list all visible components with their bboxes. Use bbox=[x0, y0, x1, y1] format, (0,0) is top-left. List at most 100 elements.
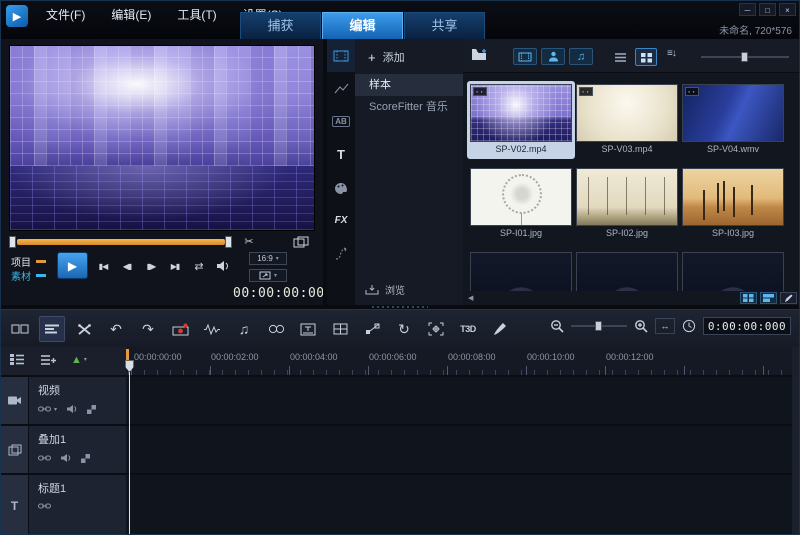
compact-view-button[interactable] bbox=[760, 292, 777, 304]
undo-button[interactable]: ↶ bbox=[103, 316, 129, 342]
filter-audio-button[interactable]: ♫ bbox=[569, 48, 593, 65]
go-end-button[interactable]: ▶▮ bbox=[163, 254, 187, 278]
library-item[interactable] bbox=[470, 252, 572, 291]
volume-button[interactable] bbox=[211, 254, 235, 278]
zoom-out-button[interactable] bbox=[550, 319, 564, 333]
media-library-tab[interactable] bbox=[327, 39, 355, 72]
zoom-slider[interactable] bbox=[571, 320, 627, 332]
title-track-lane[interactable] bbox=[126, 475, 792, 535]
add-category-button[interactable]: + 添加 bbox=[355, 39, 463, 74]
library-item[interactable]: ▪ ▪ SP-V02.mp4 bbox=[470, 84, 572, 156]
preview-size-select[interactable]: ▾ bbox=[249, 269, 287, 282]
tab-capture[interactable]: 捕获 bbox=[240, 12, 321, 39]
timeline-ruler[interactable]: 00:00:00:00 00:00:02:00 00:00:04:00 00:0… bbox=[126, 347, 792, 375]
overlay-track-type-button[interactable] bbox=[1, 426, 29, 473]
import-media-button[interactable] bbox=[471, 48, 488, 61]
library-item[interactable]: SP-I01.jpg bbox=[470, 168, 572, 240]
transition-tab[interactable]: AB bbox=[327, 105, 355, 138]
sort-button[interactable]: ≡↓ bbox=[667, 48, 676, 59]
slider-handle[interactable] bbox=[595, 321, 602, 331]
repeat-button[interactable]: ⇄ bbox=[187, 254, 211, 278]
library-item[interactable]: ▪ ▪ SP-V04.wmv bbox=[682, 84, 784, 156]
ripple-link-button[interactable] bbox=[38, 454, 51, 462]
list-view-button[interactable] bbox=[609, 48, 631, 66]
graphic-tab[interactable] bbox=[327, 171, 355, 204]
filter-video-button[interactable] bbox=[513, 48, 537, 65]
split-screen-template-button[interactable] bbox=[327, 316, 353, 342]
fit-project-button[interactable]: ↔ bbox=[655, 318, 675, 334]
maximize-button[interactable]: □ bbox=[759, 3, 776, 16]
aspect-ratio-select[interactable]: 16:9 ▾ bbox=[249, 252, 287, 265]
title-track-type-button[interactable]: T bbox=[1, 475, 29, 535]
project-mode[interactable]: 项目 bbox=[11, 254, 46, 268]
chapter-marker-button[interactable]: ▲ ▾ bbox=[71, 354, 87, 366]
enlarge-preview-button[interactable] bbox=[293, 236, 309, 248]
speed-lens-button[interactable] bbox=[263, 316, 289, 342]
instant-project-tab[interactable] bbox=[327, 72, 355, 105]
category-scorefitter[interactable]: ScoreFitter 音乐 bbox=[355, 96, 463, 118]
title-tab[interactable]: T bbox=[327, 138, 355, 171]
motion-path-tab[interactable] bbox=[327, 237, 355, 270]
video-track-type-button[interactable] bbox=[1, 377, 29, 424]
library-item[interactable] bbox=[682, 252, 784, 291]
timeline-view-button[interactable] bbox=[39, 316, 65, 342]
video-track-lane[interactable] bbox=[126, 377, 792, 424]
redo-button[interactable]: ↷ bbox=[135, 316, 161, 342]
minimize-button[interactable]: ─ bbox=[739, 3, 756, 16]
track-mute-button[interactable] bbox=[60, 453, 72, 463]
thumbnail-view-button[interactable] bbox=[635, 48, 657, 66]
slider-handle[interactable] bbox=[741, 52, 748, 62]
timeline-scrollbar[interactable] bbox=[792, 375, 799, 535]
category-samples[interactable]: 样本 bbox=[355, 74, 463, 96]
toolbox-button[interactable] bbox=[71, 316, 97, 342]
chevron-down-icon[interactable]: ▾ bbox=[54, 406, 57, 413]
library-item[interactable] bbox=[576, 252, 678, 291]
thumbnail-size-slider[interactable] bbox=[701, 52, 789, 62]
subtitle-editor-button[interactable] bbox=[295, 316, 321, 342]
track-mute-button[interactable] bbox=[66, 404, 78, 414]
ripple-link-button[interactable] bbox=[38, 405, 51, 413]
record-capture-button[interactable] bbox=[167, 316, 193, 342]
title-3d-button[interactable]: T3D bbox=[455, 316, 481, 342]
menu-edit[interactable]: 编辑(E) bbox=[98, 3, 164, 26]
mask-creator-button[interactable] bbox=[487, 316, 513, 342]
split-clip-button[interactable]: ✂ bbox=[239, 235, 259, 249]
track-transparency-button[interactable] bbox=[359, 316, 385, 342]
edit-library-button[interactable] bbox=[780, 292, 797, 304]
track-fx-button[interactable] bbox=[87, 405, 96, 414]
trim-end-handle[interactable] bbox=[225, 236, 232, 248]
toolbar-timecode[interactable]: 0:00:00:000 bbox=[703, 317, 791, 335]
tab-share[interactable]: 共享 bbox=[404, 12, 485, 39]
close-button[interactable]: × bbox=[779, 3, 796, 16]
menu-file[interactable]: 文件(F) bbox=[33, 3, 98, 26]
track-fx-button[interactable] bbox=[81, 454, 90, 463]
storyboard-view-button[interactable] bbox=[7, 316, 33, 342]
library-item[interactable]: SP-I02.jpg bbox=[576, 168, 678, 240]
prev-frame-button[interactable]: ◀▮ bbox=[115, 254, 139, 278]
ruler-time-button[interactable] bbox=[682, 319, 696, 333]
tab-edit[interactable]: 编辑 bbox=[322, 12, 403, 39]
ripple-link-button[interactable] bbox=[38, 502, 51, 510]
filter-tab[interactable]: FX bbox=[327, 204, 355, 237]
menu-tools[interactable]: 工具(T) bbox=[164, 3, 229, 26]
library-item[interactable]: SP-I03.jpg bbox=[682, 168, 784, 240]
zoom-in-button[interactable] bbox=[634, 319, 648, 333]
trim-start-handle[interactable] bbox=[9, 236, 16, 248]
range-start-marker[interactable] bbox=[126, 349, 129, 360]
track-manager-button[interactable] bbox=[9, 353, 25, 366]
auto-music-button[interactable]: ♫ bbox=[231, 316, 257, 342]
gallery-view-button[interactable] bbox=[740, 292, 757, 304]
trim-range[interactable] bbox=[17, 239, 225, 245]
motion-tracking-button[interactable] bbox=[423, 316, 449, 342]
go-start-button[interactable]: ▮◀ bbox=[91, 254, 115, 278]
preview-video[interactable] bbox=[9, 45, 315, 231]
library-item[interactable]: ▪ ▪ SP-V03.mp4 bbox=[576, 84, 678, 156]
rotate-360-button[interactable]: ↻ bbox=[391, 316, 417, 342]
browse-button[interactable]: 浏览 bbox=[365, 282, 405, 297]
overlay-track-lane[interactable] bbox=[126, 426, 792, 473]
next-frame-button[interactable]: ▮▶ bbox=[139, 254, 163, 278]
clip-mode[interactable]: 素材 bbox=[11, 268, 46, 282]
filter-photo-button[interactable] bbox=[541, 48, 565, 65]
scroll-left-button[interactable]: ◀ bbox=[468, 294, 473, 302]
sound-mixer-button[interactable] bbox=[199, 316, 225, 342]
